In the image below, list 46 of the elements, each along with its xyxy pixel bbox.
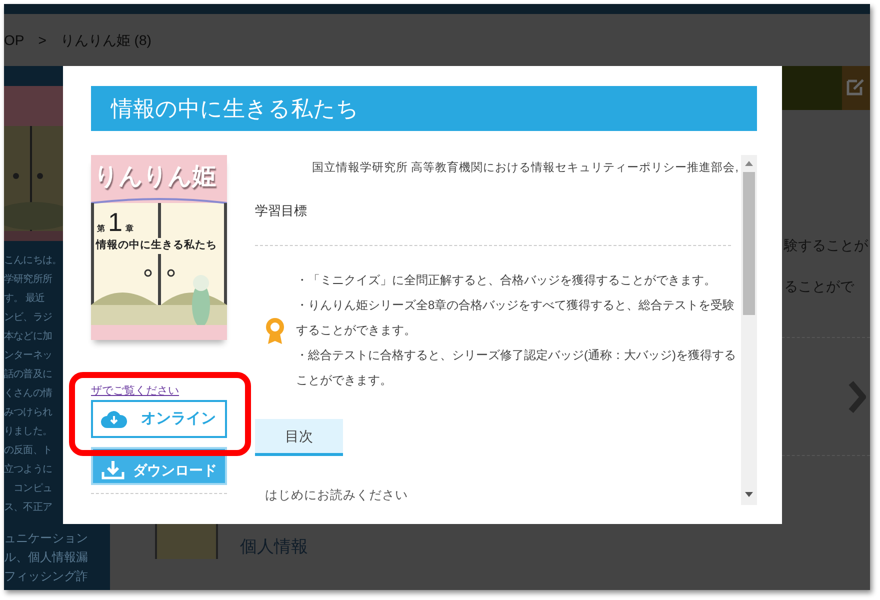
browser-note-link[interactable]: ザでご覧ください xyxy=(91,384,227,398)
text-line: す。 最近 xyxy=(4,292,45,306)
edit-tab[interactable] xyxy=(842,66,870,110)
text-line: ンビ、ラジ xyxy=(4,311,52,325)
text-line: 話の普及に xyxy=(4,368,52,382)
chapter-label: 章 xyxy=(125,223,134,235)
chapter-label: 第 xyxy=(97,223,105,235)
author-text: 国立情報学研究所 高等教育機関における情報セキュリティーポリシー推進部会, xyxy=(311,160,740,176)
text-line: りました。 xyxy=(4,425,52,439)
dialog-title: 情報の中に生きる私たち xyxy=(91,86,757,131)
scroll-up-icon[interactable] xyxy=(745,161,753,166)
toc-link[interactable]: はじめにお読みください xyxy=(255,486,408,505)
text-line: 本などに加 xyxy=(4,330,52,344)
chapter-number: 1 xyxy=(108,209,122,235)
tab[interactable]: 目次 xyxy=(255,419,343,456)
chevron-right-icon[interactable] xyxy=(848,380,866,414)
text-line: ス、不正ア xyxy=(4,501,52,515)
text-line: ュニケーション xyxy=(4,530,88,547)
breadcrumb-link[interactable]: りんりん姫 (8) xyxy=(60,30,152,50)
text-line: フィッシング詐 xyxy=(4,568,88,585)
scrollbar-thumb[interactable] xyxy=(743,172,755,315)
scrollbar[interactable] xyxy=(741,155,757,505)
cloud-download-icon xyxy=(101,409,127,429)
breadcrumb-separator: > xyxy=(38,30,46,50)
text-line: の反面、ト xyxy=(4,444,52,458)
text-line: みつけられ xyxy=(4,406,52,420)
chapter-title: 情報の中に生きる私たち xyxy=(95,238,218,254)
text-line: コンピュ xyxy=(12,482,52,496)
goal-text: ・りんりん姫シリーズ全8章の合格バッジをすべて獲得すると、総合テストを受験することができます。 xyxy=(296,297,736,340)
scroll-down-icon[interactable] xyxy=(745,492,753,497)
section-heading: 学習目標 xyxy=(255,202,308,220)
download-icon xyxy=(101,460,125,480)
badge-icon xyxy=(264,316,286,345)
text-line: ンターネッ xyxy=(4,349,52,363)
edit-icon xyxy=(846,78,866,96)
text-line: 立つように xyxy=(4,462,52,477)
header-block xyxy=(780,66,842,110)
text-line: 学研究所所 xyxy=(4,272,52,287)
cover-title: りんりん姫 xyxy=(94,162,216,192)
online-button[interactable]: オンライン xyxy=(91,400,227,438)
text-line: こんにちは。 xyxy=(4,254,62,268)
goal-text: ・総合テストに合格すると、シリーズ修了認定バッジ(通称：大バッジ)を獲得することができます。 xyxy=(296,347,737,390)
goal-text: ・「ミニクイズ」に全問正解すると、合格バッジを獲得することができます。 xyxy=(296,272,717,290)
text-line: くさんの情 xyxy=(4,386,52,401)
text-line: ル、個人情報漏 xyxy=(4,549,88,566)
breadcrumb-link[interactable]: OP xyxy=(4,30,24,50)
